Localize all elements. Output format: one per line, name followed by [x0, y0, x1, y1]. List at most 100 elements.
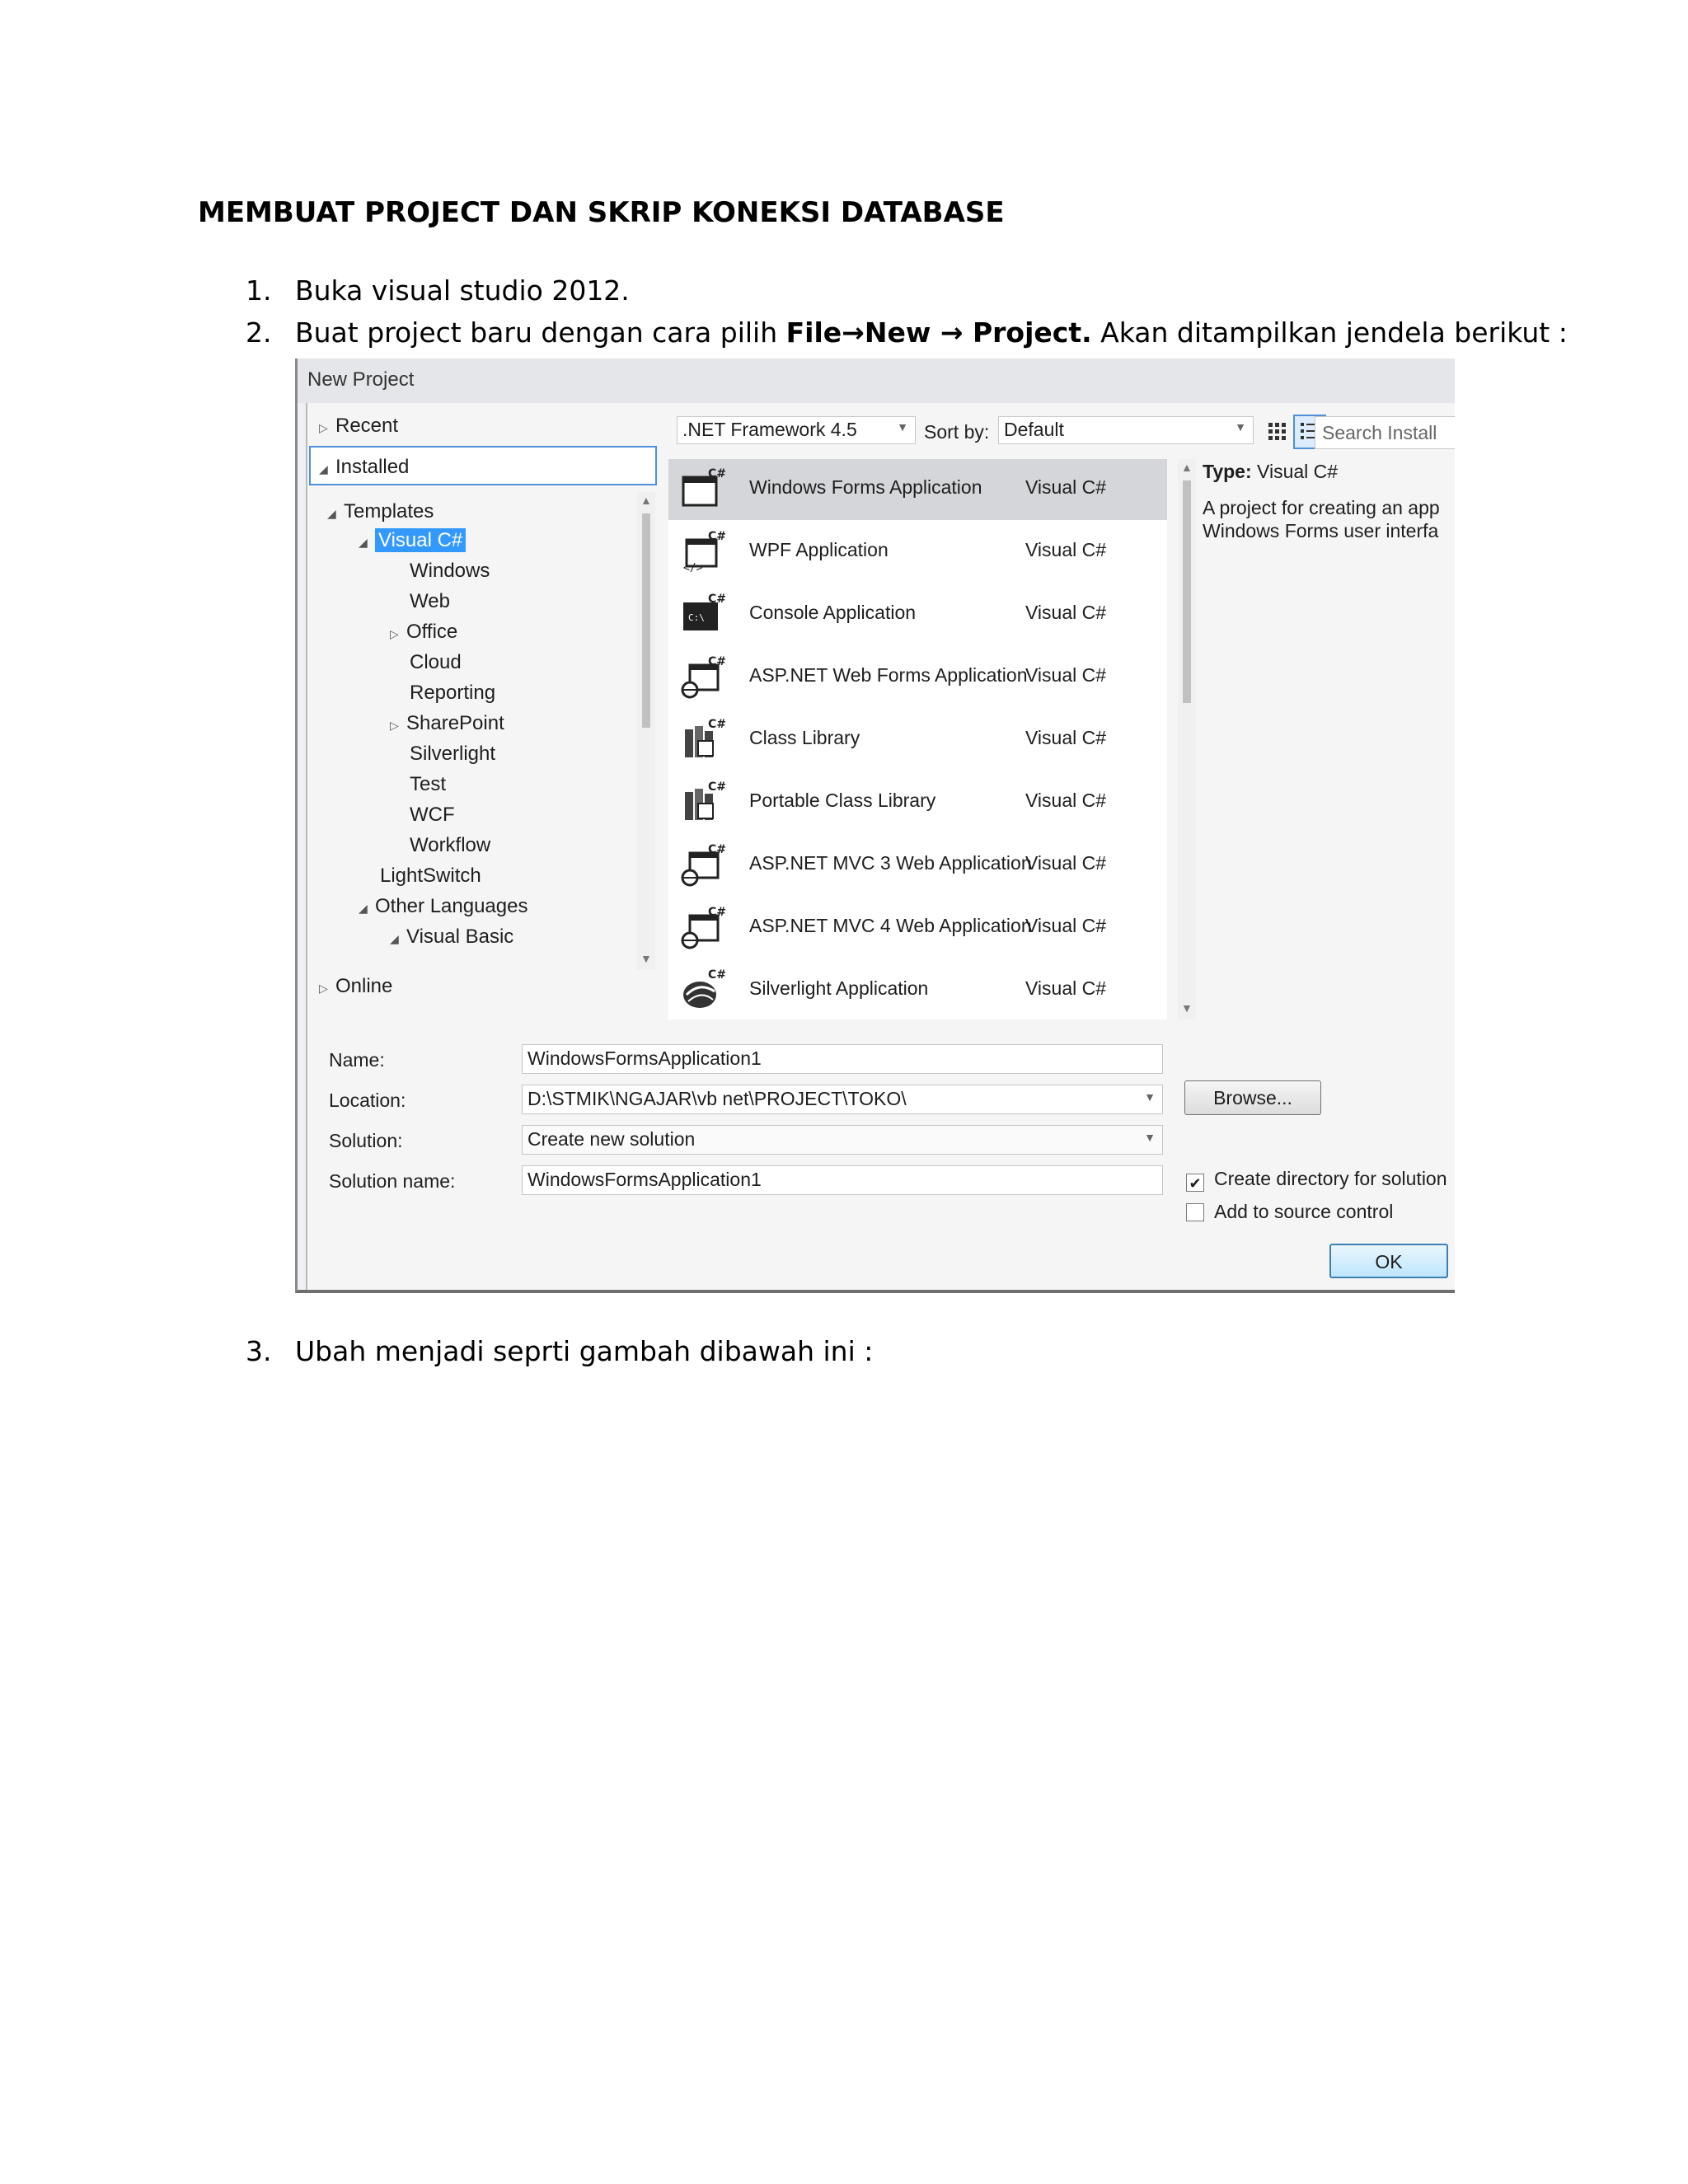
- template-scroll-thumb[interactable]: [1183, 480, 1191, 703]
- browse-button[interactable]: Browse...: [1184, 1080, 1321, 1115]
- nav-other-languages[interactable]: ◢ Other Languages: [359, 895, 528, 918]
- checkbox-empty[interactable]: [1186, 1203, 1204, 1221]
- solution-name-input[interactable]: WindowsFormsApplication1: [522, 1165, 1163, 1195]
- arrow-icon: →: [931, 316, 973, 349]
- nav-reporting[interactable]: Reporting: [410, 682, 495, 705]
- framework-dropdown[interactable]: .NET Framework 4.5 ▼: [677, 416, 916, 444]
- template-item[interactable]: C# ASP.NET Web Forms Application Visual …: [668, 647, 1167, 708]
- step-text: Ubah menjadi seprti gambah dibawah ini :: [295, 1335, 874, 1367]
- scroll-up-icon[interactable]: ▲: [640, 494, 652, 507]
- template-item[interactable]: </> C# WPF Application Visual C#: [668, 522, 1167, 583]
- small-icons-view-button[interactable]: [1264, 418, 1292, 446]
- nav-label: Windows: [410, 560, 490, 582]
- name-input[interactable]: WindowsFormsApplication1: [522, 1044, 1163, 1074]
- step-text-part: Akan ditampilkan jendela berikut :: [1091, 316, 1568, 349]
- template-language: Visual C#: [1025, 915, 1107, 936]
- menu-new: New: [864, 316, 931, 349]
- sort-by-label: Sort by:: [924, 421, 990, 443]
- nav-label: Test: [410, 773, 447, 795]
- expanded-arrow-icon: ◢: [327, 507, 336, 520]
- step-number: 3.: [246, 1335, 272, 1367]
- dialog-titlebar: New Project: [298, 359, 1455, 403]
- document-title: MEMBUAT PROJECT DAN SKRIP KONEKSI DATABA…: [198, 196, 1005, 229]
- template-item[interactable]: C# Silverlight Application Visual C#: [668, 960, 1167, 1021]
- mvc4-icon: C#: [680, 904, 726, 950]
- scroll-down-icon[interactable]: ▼: [640, 952, 652, 965]
- template-item[interactable]: C:\ C# Console Application Visual C#: [668, 584, 1167, 645]
- framework-value: .NET Framework 4.5: [682, 419, 857, 440]
- nav-label: Templates: [344, 500, 434, 523]
- template-item[interactable]: C# ASP.NET MVC 3 Web Application Visual …: [668, 835, 1167, 896]
- chevron-down-icon[interactable]: ▼: [1144, 1090, 1156, 1104]
- nav-label: Visual Basic: [406, 926, 514, 948]
- dialog-title: New Project: [307, 368, 415, 391]
- template-language: Visual C#: [1025, 664, 1107, 686]
- template-scrollbar[interactable]: ▲ ▼: [1178, 459, 1196, 1019]
- nav-test[interactable]: Test: [410, 773, 446, 796]
- template-item[interactable]: C# Class Library Visual C#: [668, 710, 1167, 771]
- step-number: 2.: [246, 316, 272, 349]
- grid-view-icon: [1268, 423, 1286, 440]
- nav-silverlight[interactable]: Silverlight: [410, 743, 495, 766]
- nav-label: Reporting: [410, 682, 496, 704]
- template-language: Visual C#: [1025, 602, 1107, 623]
- nav-online[interactable]: ▷ Online: [319, 975, 392, 998]
- chevron-down-icon[interactable]: ▼: [1144, 1131, 1156, 1144]
- nav-scroll-thumb[interactable]: [642, 513, 650, 728]
- template-name: Console Application: [749, 602, 917, 623]
- sort-dropdown[interactable]: Default ▼: [998, 416, 1254, 444]
- nav-windows[interactable]: Windows: [410, 560, 490, 583]
- solution-dropdown[interactable]: Create new solution ▼: [522, 1125, 1163, 1155]
- nav-cloud[interactable]: Cloud: [410, 651, 462, 674]
- nav-label: Web: [410, 590, 450, 612]
- template-name: ASP.NET MVC 3 Web Application: [749, 852, 1032, 874]
- expanded-arrow-icon: ◢: [390, 932, 399, 945]
- nav-lightswitch[interactable]: LightSwitch: [380, 865, 481, 888]
- scroll-down-icon[interactable]: ▼: [1181, 1001, 1193, 1015]
- nav-workflow[interactable]: Workflow: [410, 834, 490, 857]
- search-installed-input[interactable]: Search Install: [1315, 416, 1455, 449]
- nav-office[interactable]: ▷ Office: [390, 621, 457, 644]
- add-source-control-checkbox[interactable]: Add to source control: [1186, 1201, 1393, 1223]
- nav-web[interactable]: Web: [410, 590, 450, 613]
- nav-label: Other Languages: [375, 895, 528, 917]
- nav-label: Workflow: [410, 834, 491, 856]
- nav-recent[interactable]: ▷ Recent: [319, 415, 398, 438]
- location-label: Location:: [329, 1090, 406, 1111]
- collapsed-arrow-icon: ▷: [319, 421, 328, 434]
- template-item[interactable]: C# Portable Class Library Visual C#: [668, 772, 1167, 833]
- expanded-arrow-icon: ◢: [359, 902, 368, 915]
- nav-wcf[interactable]: WCF: [410, 804, 455, 827]
- chevron-down-icon: ▼: [1235, 420, 1246, 434]
- svg-text:</>: </>: [683, 562, 703, 574]
- collapsed-arrow-icon: ▷: [319, 982, 328, 995]
- location-combo[interactable]: D:\STMIK\NGAJAR\vb net\PROJECT\TOKO\ ▼: [522, 1085, 1163, 1114]
- scroll-up-icon[interactable]: ▲: [1181, 461, 1193, 474]
- windows-forms-icon: C#: [680, 466, 726, 512]
- nav-visual-basic[interactable]: ◢ Visual Basic: [390, 926, 513, 949]
- template-item[interactable]: C# ASP.NET MVC 4 Web Application Visual …: [668, 898, 1167, 958]
- checkmark-icon[interactable]: ✔: [1186, 1174, 1204, 1192]
- nav-label: Online: [335, 975, 393, 997]
- template-language: Visual C#: [1025, 539, 1107, 560]
- nav-templates[interactable]: ◢ Templates: [327, 500, 434, 523]
- silverlight-icon: C#: [680, 967, 726, 1013]
- portable-library-icon: C#: [680, 779, 726, 825]
- svg-text:C#: C#: [708, 968, 726, 982]
- template-item[interactable]: C# Windows Forms Application Visual C#: [668, 459, 1167, 520]
- nav-sharepoint[interactable]: ▷ SharePoint: [390, 712, 504, 735]
- ok-button[interactable]: OK: [1329, 1244, 1448, 1278]
- nav-installed[interactable]: ◢ Installed: [319, 456, 409, 479]
- nav-label: Installed: [335, 456, 410, 478]
- nav-label: Office: [406, 621, 458, 643]
- nav-visual-csharp[interactable]: ◢ Visual C#: [359, 528, 467, 552]
- create-directory-checkbox[interactable]: ✔ Create directory for solution: [1186, 1168, 1447, 1192]
- collapsed-arrow-icon: ▷: [390, 719, 399, 732]
- nav-label: Silverlight: [410, 743, 496, 765]
- template-name: WPF Application: [749, 539, 889, 560]
- expanded-arrow-icon: ◢: [319, 462, 328, 476]
- nav-label: Cloud: [410, 651, 462, 673]
- step-text: Buat project baru dengan cara pilih File…: [295, 316, 1568, 349]
- project-form: Name: WindowsFormsApplication1 Location:…: [307, 1038, 1455, 1285]
- nav-scrollbar[interactable]: ▲ ▼: [637, 492, 655, 970]
